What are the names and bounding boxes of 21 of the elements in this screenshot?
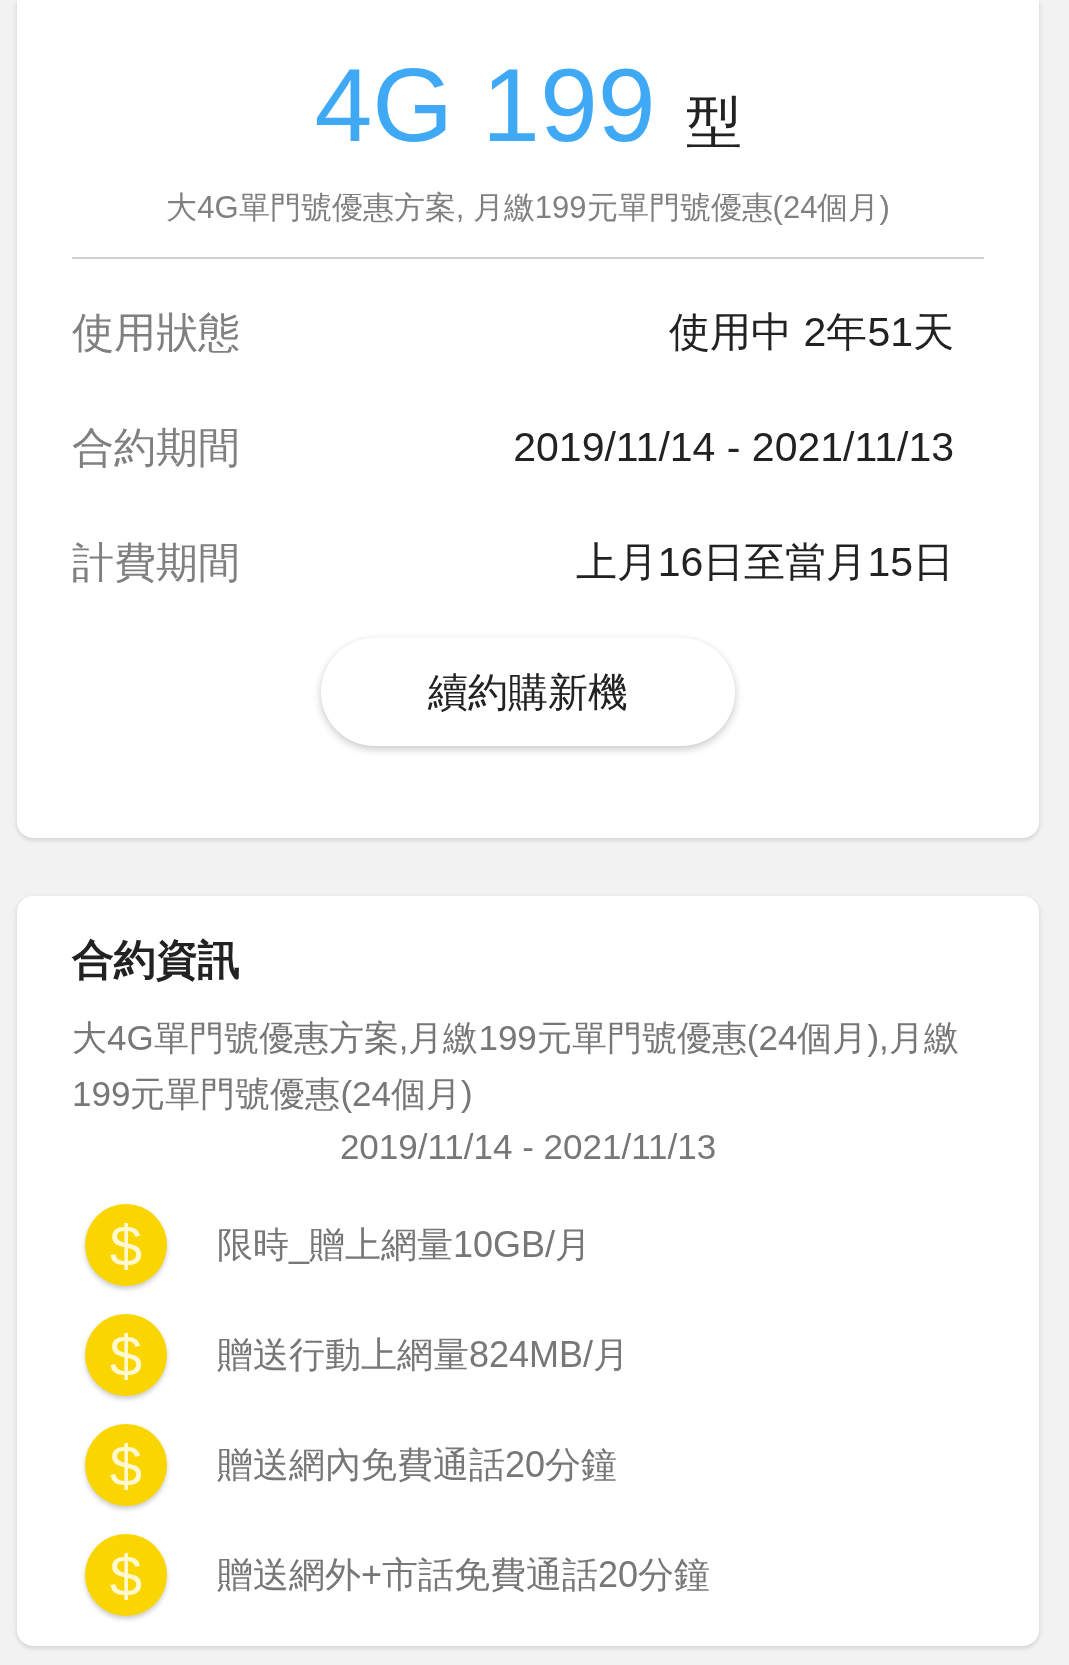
- row-value: 使用中 2年51天: [669, 308, 954, 357]
- row-label: 合約期間: [72, 422, 240, 473]
- plan-title: 4G 199: [314, 50, 656, 160]
- benefit-text: 贈送網內免費通話20分鐘: [217, 1442, 618, 1487]
- row-value: 2019/11/14 - 2021/11/13: [513, 424, 954, 471]
- coin-icon: $: [85, 1314, 167, 1396]
- benefit-text: 贈送行動上網量824MB/月: [217, 1332, 630, 1377]
- row-value: 上月16日至當月15日: [575, 538, 954, 587]
- plan-subtitle: 大4G單門號優惠方案, 月繳199元單門號優惠(24個月): [165, 189, 891, 227]
- benefit-text: 贈送網外+市話免費通話20分鐘: [217, 1552, 711, 1597]
- section-heading: 合約資訊: [72, 935, 241, 985]
- plan-type-label: 型: [685, 89, 742, 155]
- renew-button[interactable]: 續約購新機: [321, 638, 735, 746]
- contract-description: 大4G單門號優惠方案,月繳199元單門號優惠(24個月),月繳199元單門號優惠(24個月): [72, 1017, 960, 1115]
- row-label: 使用狀態: [72, 307, 240, 358]
- coin-icon: $: [85, 1534, 167, 1616]
- coin-icon: $: [85, 1424, 167, 1506]
- row-label: 計費期間: [72, 537, 240, 588]
- coin-icon: $: [85, 1204, 167, 1286]
- contract-period: 2019/11/14 - 2021/11/13: [338, 1126, 718, 1168]
- benefit-text: 限時_贈上網量10GB/月: [217, 1222, 592, 1267]
